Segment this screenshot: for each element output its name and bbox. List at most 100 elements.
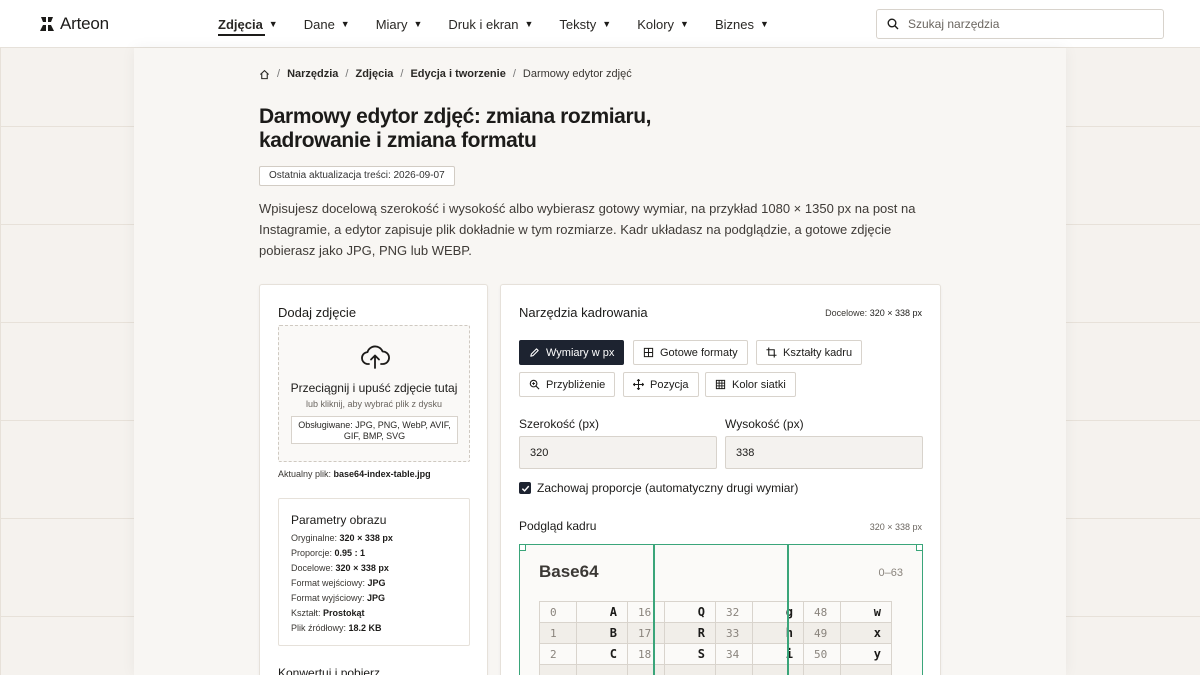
search-box[interactable] xyxy=(876,9,1164,39)
table-cell xyxy=(752,664,804,675)
current-file: Aktualny plik: base64-index-table.jpg xyxy=(278,469,431,479)
move-icon xyxy=(633,379,644,390)
keep-ratio-checkbox[interactable] xyxy=(519,482,531,494)
table-cell: 16 xyxy=(627,601,665,623)
nav-item-zdjecia[interactable]: Zdjęcia ▼ xyxy=(218,0,278,48)
table-cell: 49 xyxy=(803,622,841,644)
table-cell xyxy=(840,664,892,675)
table-cell: 1 xyxy=(539,622,577,644)
height-input[interactable] xyxy=(725,436,923,469)
nav-item-teksty[interactable]: Teksty ▼ xyxy=(559,0,611,48)
param-row: Plik źródłowy: 18.2 KB xyxy=(291,621,469,636)
nav-item-druk[interactable]: Druk i ekran ▼ xyxy=(448,0,533,48)
keep-ratio-row[interactable]: Zachowaj proporcje (automatyczny drugi w… xyxy=(519,481,798,495)
chevron-down-icon: ▼ xyxy=(680,19,689,29)
intro-text: Wpisujesz docelową szerokość i wysokość … xyxy=(259,201,916,258)
table-cell xyxy=(576,664,628,675)
param-label: Proporcje: xyxy=(291,548,333,558)
table-cell xyxy=(627,664,665,675)
param-value: JPG xyxy=(367,593,386,603)
breadcrumb-link-zdjecia[interactable]: Zdjęcia xyxy=(355,68,393,80)
table-row xyxy=(539,664,892,675)
table-row: 1 B 17 R 33 h 49 x xyxy=(539,622,892,644)
tool-button-label: Przybliżenie xyxy=(546,378,606,391)
tool-button-position[interactable]: Pozycja xyxy=(623,372,699,397)
nav-item-kolory[interactable]: Kolory ▼ xyxy=(637,0,689,48)
param-label: Format wejściowy: xyxy=(291,578,366,588)
logo-text: Arteon xyxy=(60,14,109,33)
chevron-down-icon: ▼ xyxy=(268,19,278,29)
table-cell: S xyxy=(664,643,716,665)
table-cell: x xyxy=(840,622,892,644)
chevron-down-icon: ▼ xyxy=(602,19,612,29)
tool-button-zoom[interactable]: Przybliżenie xyxy=(519,372,616,397)
table-cell: h xyxy=(752,622,804,644)
logo[interactable]: Arteon xyxy=(39,14,109,34)
table-row: 0 A 16 Q 32 g 48 w xyxy=(539,601,892,623)
table-cell: 2 xyxy=(539,643,577,665)
preview-image-table: 0 A 16 Q 32 g 48 w 1 B 17 R 33 h 49 x 2 … xyxy=(539,601,892,675)
drop-zone[interactable]: Przeciągnij i upuść zdjęcie tutaj lub kl… xyxy=(278,325,470,462)
crop-preview[interactable]: Base64 0–63 0 A 16 Q 32 g 48 w 1 B 17 R xyxy=(519,544,923,675)
arteon-logo-icon xyxy=(40,17,54,31)
target-size-label: Docelowe: xyxy=(825,308,868,318)
table-cell: Q xyxy=(664,601,716,623)
param-label: Plik źródłowy: xyxy=(291,623,347,633)
table-cell xyxy=(715,664,753,675)
nav-item-dane[interactable]: Dane ▼ xyxy=(304,0,350,48)
zoom-icon xyxy=(529,379,540,390)
crop-handle[interactable] xyxy=(916,545,922,551)
breadcrumb-separator: / xyxy=(400,68,404,80)
param-label: Docelowe: xyxy=(291,563,334,573)
home-icon[interactable] xyxy=(259,69,270,80)
nav-item-miary[interactable]: Miary ▼ xyxy=(376,0,423,48)
breadcrumb: / Narzędzia / Zdjęcia / Edycja i tworzen… xyxy=(259,68,632,80)
preview-title: Podgląd kadru xyxy=(519,519,597,533)
tool-button-label: Pozycja xyxy=(650,378,689,391)
grid-icon xyxy=(643,347,654,358)
crop-handle[interactable] xyxy=(520,545,526,551)
tool-button-grid-color[interactable]: Kolor siatki xyxy=(705,372,796,397)
breadcrumb-separator: / xyxy=(345,68,349,80)
table-cell: 48 xyxy=(803,601,841,623)
chevron-down-icon: ▼ xyxy=(413,19,423,29)
top-bar: Arteon Zdjęcia ▼ Dane ▼ Miary ▼ Druk i e… xyxy=(0,0,1200,48)
breadcrumb-link-narzedzia[interactable]: Narzędzia xyxy=(287,68,338,80)
height-label: Wysokość (px) xyxy=(725,417,804,431)
breadcrumb-separator: / xyxy=(512,68,516,80)
param-value: JPG xyxy=(367,578,386,588)
width-label: Szerokość (px) xyxy=(519,417,600,431)
chevron-down-icon: ▼ xyxy=(760,19,769,29)
preview-image-title: Base64 xyxy=(539,562,599,581)
current-file-label: Aktualny plik: xyxy=(278,469,332,479)
table-cell: 34 xyxy=(715,643,753,665)
nav-label: Biznes xyxy=(714,16,754,32)
tool-button-shapes[interactable]: Kształty kadru xyxy=(756,340,863,365)
tool-button-px[interactable]: Wymiary w px xyxy=(519,340,625,365)
table-cell: i xyxy=(752,643,804,665)
search-input[interactable] xyxy=(908,17,1148,31)
table-row: 2 C 18 S 34 i 50 y xyxy=(539,643,892,665)
tool-button-formats[interactable]: Gotowe formaty xyxy=(633,340,748,365)
table-cell xyxy=(664,664,716,675)
image-params: Parametry obrazu Oryginalne: 320 × 338 p… xyxy=(278,498,470,646)
param-row: Format wyjściowy: JPG xyxy=(291,591,469,606)
update-badge: Ostatnia aktualizacja treści: 2026-09-07 xyxy=(259,166,455,186)
table-cell: R xyxy=(664,622,716,644)
tool-button-label: Kolor siatki xyxy=(732,378,786,391)
param-row: Oryginalne: 320 × 338 px xyxy=(291,531,469,546)
target-size: Docelowe: 320 × 338 px xyxy=(825,308,922,318)
width-input[interactable] xyxy=(519,436,717,469)
keep-ratio-label: Zachowaj proporcje (automatyczny drugi w… xyxy=(537,481,799,495)
crop-title: Narzędzia kadrowania xyxy=(519,305,648,320)
tool-button-label: Gotowe formaty xyxy=(660,346,738,359)
table-cell: 33 xyxy=(715,622,753,644)
param-row: Docelowe: 320 × 338 px xyxy=(291,561,469,576)
breadcrumb-link-edycja[interactable]: Edycja i tworzenie xyxy=(410,68,505,80)
nav-item-biznes[interactable]: Biznes ▼ xyxy=(715,0,769,48)
table-cell: B xyxy=(576,622,628,644)
params-title: Parametry obrazu xyxy=(291,513,387,527)
param-value: 18.2 KB xyxy=(348,623,382,633)
checkmark-icon xyxy=(521,485,529,492)
table-cell xyxy=(803,664,841,675)
